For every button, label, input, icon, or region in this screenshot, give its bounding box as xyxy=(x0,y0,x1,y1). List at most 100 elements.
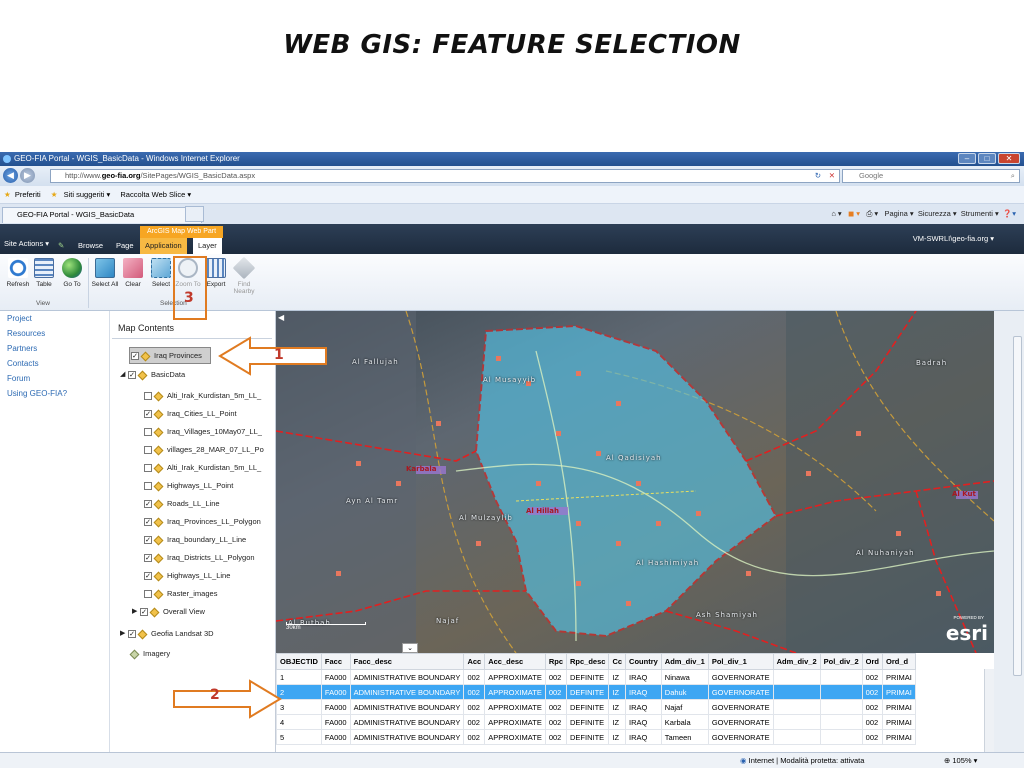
help-icon[interactable]: ❓▾ xyxy=(1003,209,1016,218)
refresh-icon[interactable]: ↻ xyxy=(815,170,821,182)
checkbox[interactable]: ✓ xyxy=(144,554,152,563)
find-nearby-button[interactable]: Find Nearby xyxy=(228,256,260,295)
checkbox[interactable]: ✓ xyxy=(144,572,152,581)
column-header[interactable]: Pol_div_2 xyxy=(819,653,863,670)
suggested-sites[interactable]: Siti suggeriti ▾ xyxy=(64,190,111,199)
close-button[interactable]: ✕ xyxy=(998,153,1020,164)
forward-button[interactable]: ▶ xyxy=(20,168,35,183)
layer-item[interactable]: ✓ Highways_LL_Line xyxy=(144,569,230,583)
tab-page[interactable]: Page xyxy=(111,238,139,254)
column-header[interactable]: Acc xyxy=(463,653,486,670)
group-imagery[interactable]: Imagery xyxy=(129,647,170,661)
table-row[interactable]: 2 FA000 ADMINISTRATIVE BOUNDARY 002 APPROXIM… xyxy=(276,684,916,700)
column-header[interactable]: Rpc xyxy=(544,653,568,670)
layer-item[interactable]: ✓ Iraq_Cities_LL_Point xyxy=(144,407,237,421)
minimize-button[interactable]: – xyxy=(958,153,976,164)
column-header[interactable]: Ord xyxy=(861,653,884,670)
checkbox[interactable]: ✓ xyxy=(131,352,139,361)
nav-resources[interactable]: Resources xyxy=(0,326,109,341)
nav-forum[interactable]: Forum xyxy=(0,371,109,386)
nav-contacts[interactable]: Contacts xyxy=(0,356,109,371)
layer-item[interactable]: ✓ Iraq_Districts_LL_Polygon xyxy=(144,551,255,565)
column-header[interactable]: Adm_div_1 xyxy=(660,653,709,670)
tab-browse[interactable]: Browse xyxy=(73,238,108,254)
collapse-icon[interactable]: ▶ xyxy=(132,605,140,619)
user-menu[interactable]: VM-SWRLI\geo-fia.org ▾ xyxy=(913,234,994,243)
rss-icon[interactable]: ◼ ▾ xyxy=(848,209,860,218)
layer-item[interactable]: villages_28_MAR_07_LL_Po xyxy=(144,443,264,457)
group-geofia-landsat[interactable]: ▶ ✓ Geofia Landsat 3D xyxy=(120,627,214,641)
column-header[interactable]: Rpc_desc xyxy=(565,653,610,670)
column-header[interactable]: Acc_desc xyxy=(484,653,546,670)
checkbox[interactable] xyxy=(144,482,152,491)
favorites-button[interactable]: Preferiti xyxy=(15,190,41,199)
checkbox[interactable]: ✓ xyxy=(140,608,148,617)
web-slice-gallery[interactable]: Raccolta Web Slice ▾ xyxy=(120,190,191,199)
table-row[interactable]: 4 FA000 ADMINISTRATIVE BOUNDARY 002 APPROXIM… xyxy=(276,714,916,730)
column-header[interactable]: Facc xyxy=(320,653,351,670)
search-icon[interactable]: ⌕ xyxy=(1011,170,1015,182)
checkbox[interactable] xyxy=(144,392,152,401)
column-header[interactable]: Country xyxy=(625,653,662,670)
table-row[interactable]: 3 FA000 ADMINISTRATIVE BOUNDARY 002 APPROXIM… xyxy=(276,699,916,715)
url-field[interactable]: http://www.geo-fia.org/SitePages/WGIS_Ba… xyxy=(50,169,840,183)
column-header[interactable]: Adm_div_2 xyxy=(772,653,821,670)
maximize-button[interactable]: □ xyxy=(978,153,996,164)
table-row[interactable]: 1 FA000 ADMINISTRATIVE BOUNDARY 002 APPROXIM… xyxy=(276,669,916,685)
site-actions-menu[interactable]: Site Actions ▾ xyxy=(4,239,49,248)
layer-item[interactable]: Alti_Irak_Kurdistan_5m_LL_ xyxy=(144,461,261,475)
go-to-button[interactable]: Go To xyxy=(56,258,88,288)
checkbox[interactable]: ✓ xyxy=(144,518,152,527)
column-header[interactable]: Cc xyxy=(608,653,627,670)
edit-icon[interactable]: ✎ xyxy=(53,238,69,254)
zoom-level[interactable]: ⊕ 105% ▾ xyxy=(944,753,977,768)
column-header[interactable]: Ord_d xyxy=(882,653,916,670)
tools-menu[interactable]: Strumenti ▾ xyxy=(961,209,999,218)
checkbox[interactable] xyxy=(144,428,152,437)
nav-using-geo-fia[interactable]: Using GEO-FIA? xyxy=(0,386,109,401)
layer-item[interactable]: ✓ Iraq_boundary_LL_Line xyxy=(144,533,246,547)
search-input[interactable]: Google ⌕ xyxy=(842,169,1020,183)
checkbox[interactable]: ✓ xyxy=(128,371,136,380)
layer-item[interactable]: Iraq_Villages_10May07_LL_ xyxy=(144,425,262,439)
checkbox[interactable]: ✓ xyxy=(144,500,152,509)
column-header[interactable]: Facc_desc xyxy=(349,653,465,670)
home-icon[interactable]: ⌂ ▾ xyxy=(831,209,841,218)
back-button[interactable]: ◀ xyxy=(3,168,18,183)
checkbox[interactable]: ✓ xyxy=(128,630,136,639)
pan-left-icon[interactable]: ◀ xyxy=(278,313,284,323)
layer-item[interactable]: Highways_LL_Point xyxy=(144,479,233,493)
stop-icon[interactable]: ✕ xyxy=(829,170,835,182)
tab-layer[interactable]: Layer xyxy=(193,238,222,254)
group-basicdata[interactable]: ◢ ✓ BasicData xyxy=(120,368,185,382)
checkbox[interactable]: ✓ xyxy=(144,410,152,419)
layer-item[interactable]: ✓ Iraq_Provinces_LL_Polygon xyxy=(144,515,261,529)
print-icon[interactable]: ⎙ ▾ xyxy=(866,209,878,218)
nav-partners[interactable]: Partners xyxy=(0,341,109,356)
checkbox[interactable] xyxy=(144,590,152,599)
table-row[interactable]: 5 FA000 ADMINISTRATIVE BOUNDARY 002 APPROXIM… xyxy=(276,729,916,745)
column-header[interactable]: OBJECTID xyxy=(276,653,322,670)
layer-iraq-provinces[interactable]: ✓ Iraq Provinces xyxy=(131,349,202,363)
browser-tab[interactable]: GEO-FIA Portal - WGIS_BasicData xyxy=(2,207,202,223)
page-scrollbar[interactable] xyxy=(994,311,1024,752)
collapse-icon[interactable]: ▶ xyxy=(120,627,128,641)
column-header[interactable]: Pol_div_1 xyxy=(707,653,774,670)
layer-item[interactable]: Raster_images xyxy=(144,587,217,601)
tab-application[interactable]: Application xyxy=(140,238,187,254)
table-scrollbar[interactable] xyxy=(984,669,994,752)
safety-menu[interactable]: Sicurezza ▾ xyxy=(918,209,957,218)
checkbox[interactable]: ✓ xyxy=(144,536,152,545)
layer-item[interactable]: ✓ Roads_LL_Line xyxy=(144,497,220,511)
layer-item[interactable]: ▶ ✓ Overall View xyxy=(132,605,205,619)
layer-item[interactable]: Alti_Irak_Kurdistan_5m_LL_ xyxy=(144,389,261,403)
map-view[interactable]: Al Fallujah Al Musayyib Ayn Al Tamr Al M… xyxy=(276,311,994,653)
checkbox[interactable] xyxy=(144,464,152,473)
page-menu[interactable]: Pagina ▾ xyxy=(884,209,913,218)
expand-icon[interactable]: ◢ xyxy=(120,368,128,382)
add-favorite-icon[interactable]: ★ xyxy=(51,190,58,199)
nav-project[interactable]: Project xyxy=(0,311,109,326)
new-tab-button[interactable] xyxy=(185,206,204,222)
checkbox[interactable] xyxy=(144,446,152,455)
collapse-table-button[interactable]: ⌄ xyxy=(402,643,418,653)
